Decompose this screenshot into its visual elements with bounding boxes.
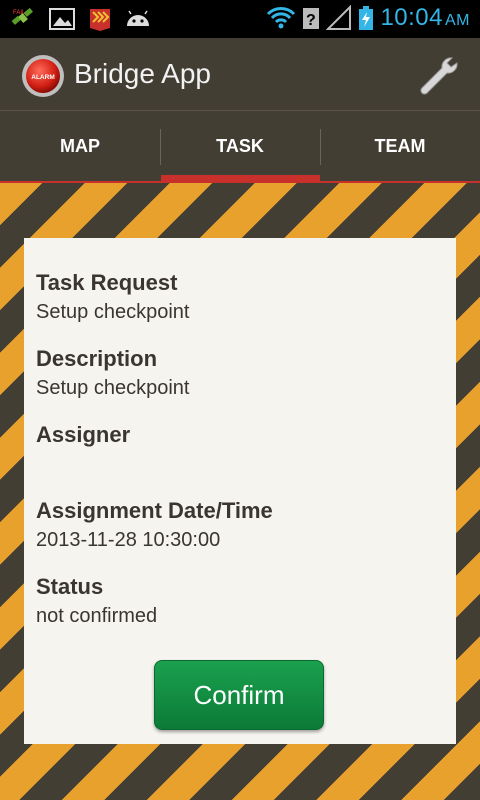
task-request-value: Setup checkpoint: [36, 301, 190, 323]
status-label: Status: [36, 574, 104, 599]
tab-team[interactable]: TEAM: [320, 111, 480, 182]
alarm-icon[interactable]: ALARM: [21, 54, 65, 98]
notification-icons: FAIL: [10, 6, 152, 32]
svg-text:FAIL: FAIL: [13, 10, 26, 16]
satellite-icon: FAIL: [11, 7, 33, 25]
tab-bar: MAP TASK TEAM: [0, 110, 480, 182]
status-bar: FAIL ? 10:04 AM: [0, 0, 480, 38]
description-value: Setup checkpoint: [36, 377, 190, 399]
battery-charging-icon: [359, 6, 374, 30]
clock-ampm: AM: [445, 12, 470, 29]
wifi-icon: [267, 7, 296, 29]
task-request-label: Task Request: [36, 270, 178, 295]
status-value: not confirmed: [36, 605, 158, 627]
assignment-datetime-label: Assignment Date/Time: [36, 498, 273, 523]
tab-task[interactable]: TASK: [160, 111, 320, 182]
svg-text:ALARM: ALARM: [31, 74, 54, 81]
app-title: Bridge App: [74, 58, 211, 89]
wrench-icon[interactable]: [416, 52, 462, 98]
tab-map[interactable]: MAP: [0, 111, 160, 182]
description-label: Description: [36, 346, 158, 371]
flag-icon: [90, 9, 110, 31]
assignment-datetime-value: 2013-11-28 10:30:00: [36, 529, 221, 551]
clock-time: 10:04: [380, 4, 443, 31]
image-icon: [49, 8, 75, 30]
task-card: Task Request Setup checkpoint Descriptio…: [24, 238, 456, 744]
unknown-signal-icon: ?: [303, 8, 320, 29]
clock: 10:04 AM: [380, 4, 470, 32]
assigner-label: Assigner: [36, 422, 131, 447]
signal-icon: [326, 5, 352, 30]
svg-text:?: ?: [306, 12, 316, 29]
system-icons: ? 10:04 AM: [266, 4, 470, 32]
screen: FAIL ? 10:04 AM ALARM Bridge App MAP TAS…: [0, 0, 480, 800]
android-icon: [127, 10, 149, 26]
action-bar: ALARM Bridge App: [0, 38, 480, 110]
confirm-button[interactable]: Confirm: [154, 660, 324, 730]
